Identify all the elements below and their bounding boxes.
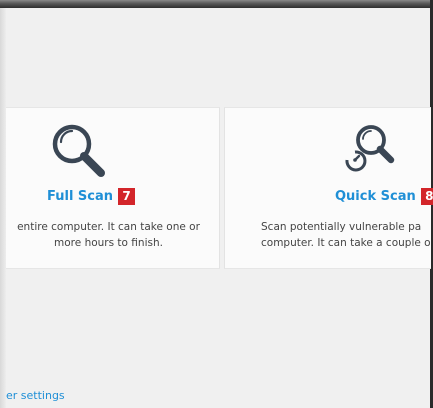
quick-scan-badge: 8 (420, 188, 433, 205)
quick-scan-description: Scan potentially vulnerable pa computer.… (261, 219, 431, 251)
window-frame-top (0, 0, 433, 8)
quick-scan-desc-line: Scan potentially vulnerable pa (261, 221, 422, 233)
quick-scan-card[interactable]: Quick Scan 8 Scan potentially vulnerable… (224, 107, 433, 269)
quick-magnifier-icon (338, 122, 398, 188)
full-scan-label[interactable]: Full Scan (47, 189, 113, 204)
magnifier-icon (50, 122, 108, 188)
full-scan-desc-line: entire computer. It can take one or (17, 221, 200, 233)
quick-scan-label[interactable]: Quick Scan (335, 189, 416, 204)
full-scan-title[interactable]: Full Scan 7 (47, 188, 136, 205)
full-scan-badge: 7 (118, 188, 136, 205)
quick-scan-title[interactable]: Quick Scan 8 (335, 188, 433, 205)
full-scan-card[interactable]: Full Scan 7 entire computer. It can take… (6, 107, 220, 269)
full-scan-desc-line: more hours to finish. (54, 237, 163, 249)
quick-scan-desc-line: computer. It can take a couple o (261, 237, 431, 249)
settings-link[interactable]: er settings (6, 389, 65, 402)
full-scan-description: entire computer. It can take one or more… (2, 219, 215, 251)
